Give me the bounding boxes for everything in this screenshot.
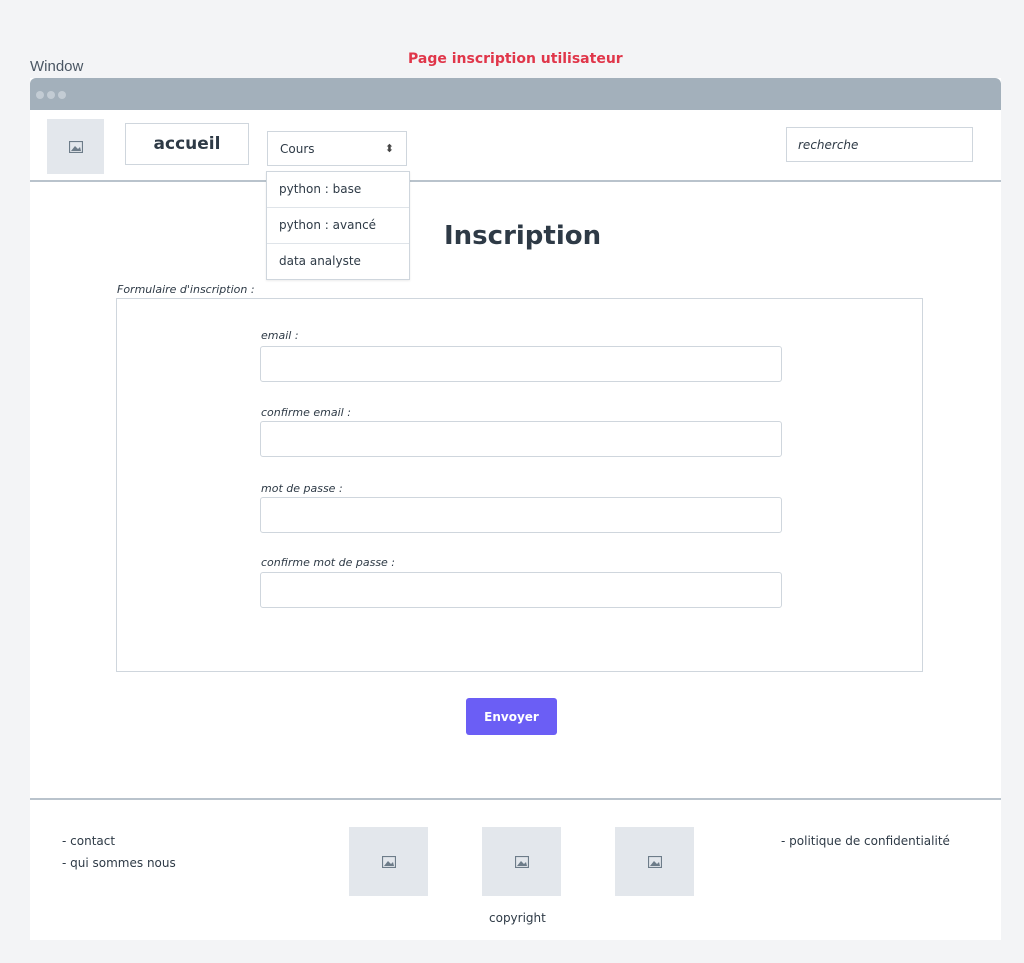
image-icon — [647, 855, 662, 868]
confirm-password-field[interactable] — [260, 572, 782, 608]
password-field[interactable] — [260, 497, 782, 533]
dropdown-item-python-avance[interactable]: python : avancé — [267, 208, 409, 244]
email-label: email : — [261, 329, 299, 342]
window-dot-icon[interactable] — [36, 91, 44, 99]
image-icon — [381, 855, 396, 868]
page-title: Page inscription utilisateur — [408, 51, 623, 67]
footer-link-about[interactable]: - qui sommes nous — [62, 856, 176, 870]
dropdown-item-python-base[interactable]: python : base — [267, 172, 409, 208]
footer-divider — [30, 798, 1001, 800]
form-heading: Inscription — [444, 221, 602, 251]
password-label: mot de passe : — [261, 482, 343, 495]
signup-form: email : confirme email : mot de passe : … — [116, 298, 923, 672]
courses-select-value: Cours — [280, 141, 315, 156]
window-dot-icon[interactable] — [47, 91, 55, 99]
select-arrows-icon: ⬍ — [384, 142, 394, 155]
window-titlebar — [30, 78, 1001, 110]
courses-dropdown-menu: python : base python : avancé data analy… — [266, 171, 410, 280]
footer-image — [482, 827, 561, 896]
home-button[interactable]: accueil — [125, 123, 249, 165]
dropdown-item-data-analyste[interactable]: data analyste — [267, 244, 409, 279]
footer-link-contact[interactable]: - contact — [62, 834, 115, 848]
submit-button[interactable]: Envoyer — [466, 698, 557, 735]
footer-image — [349, 827, 428, 896]
logo-image[interactable] — [47, 119, 104, 174]
confirm-email-label: confirme email : — [261, 406, 351, 419]
image-icon — [68, 140, 83, 153]
window-controls — [36, 91, 66, 99]
courses-select[interactable]: Cours ⬍ — [267, 131, 407, 166]
window-dot-icon[interactable] — [58, 91, 66, 99]
form-caption: Formulaire d'inscription : — [117, 283, 255, 296]
footer-link-privacy[interactable]: - politique de confidentialité — [781, 834, 950, 848]
header-divider — [30, 180, 1001, 182]
confirm-email-field[interactable] — [260, 421, 782, 457]
window-label: Window — [30, 58, 84, 75]
confirm-password-label: confirme mot de passe : — [261, 556, 396, 569]
browser-window: accueil Cours ⬍ python : base python : a… — [30, 78, 1001, 940]
image-icon — [514, 855, 529, 868]
email-field[interactable] — [260, 346, 782, 382]
copyright-text: copyright — [489, 911, 546, 925]
search-input[interactable]: recherche — [786, 127, 973, 162]
footer-image — [615, 827, 694, 896]
